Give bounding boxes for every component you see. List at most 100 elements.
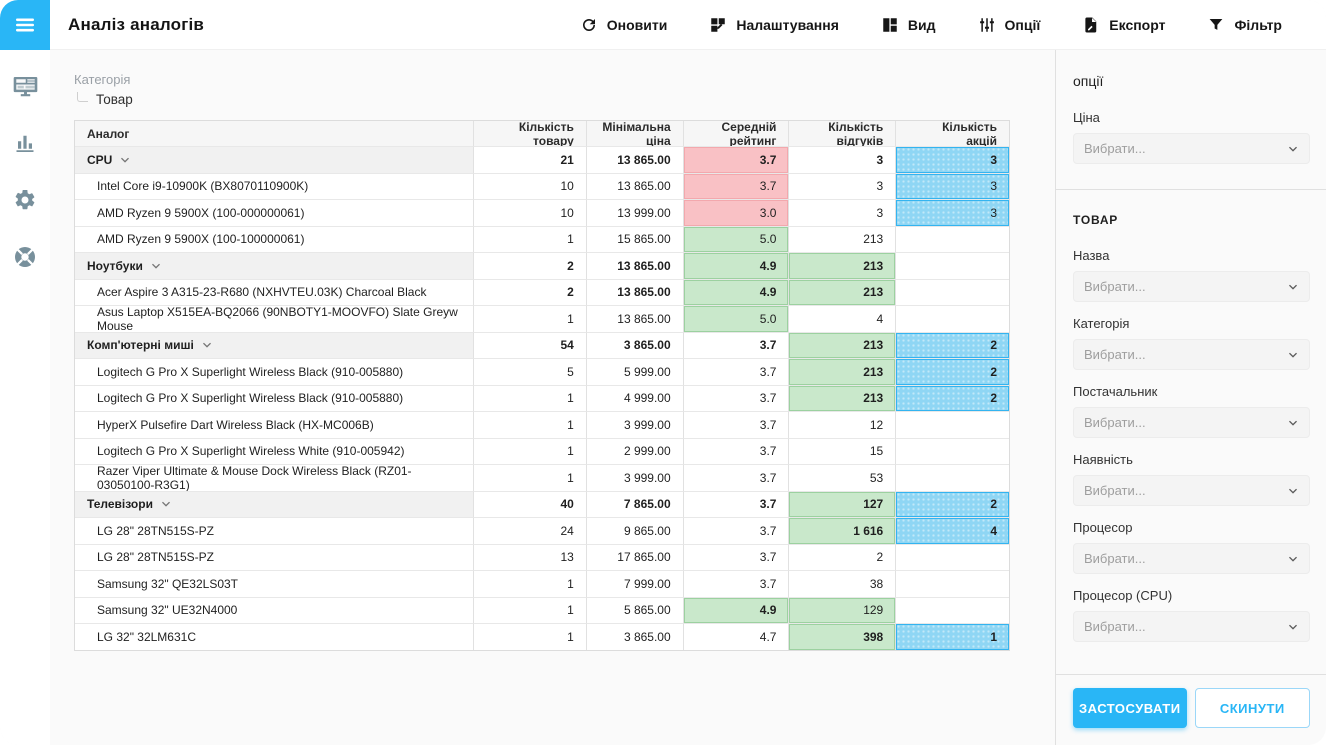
apply-button[interactable]: ЗАСТОСУВАТИ [1073,688,1187,728]
column-header[interactable]: Кількість товару [474,121,587,146]
filter-field-label: Наявність [1073,452,1310,467]
column-header[interactable]: Мінімальна ціна [587,121,684,146]
table-row[interactable]: Logitech G Pro X Superlight Wireless Bla… [75,385,1009,412]
gear-icon [13,188,37,212]
table-cell: 1 [896,623,1009,650]
table-cell [896,597,1009,624]
chevron-down-icon[interactable] [148,258,164,274]
table-cell: 2 [896,491,1009,518]
table-cell: 21 [474,146,587,173]
column-header[interactable]: Кількість акцій [896,121,1009,146]
table-cell: 4 [896,517,1009,544]
reset-button[interactable]: СКИНУТИ [1195,688,1310,728]
table-row[interactable]: Logitech G Pro X Superlight Wireless Bla… [75,358,1009,385]
group-row[interactable]: Ноутбуки213 865.004.9213 [75,252,1009,279]
table-row[interactable]: AMD Ryzen 9 5900X (100-000000061)1013 99… [75,199,1009,226]
tree-node-product[interactable]: Товар [76,92,1055,107]
toolbar-button-label: Вид [908,17,936,33]
filter-select[interactable]: Вибрати... [1073,407,1310,438]
table-cell: 13 865.00 [587,305,684,332]
refresh-button[interactable]: Оновити [580,16,668,34]
row-label: LG 28" 28TN515S-PZ [97,524,214,538]
table-cell: 13 865.00 [587,252,684,279]
sidebar-item-help[interactable] [5,237,45,277]
row-label-cell: Logitech G Pro X Superlight Wireless Bla… [75,385,474,412]
filter-select[interactable]: Вибрати... [1073,611,1310,642]
table-cell: 2 999.00 [587,438,684,465]
filter-select[interactable]: Вибрати... [1073,133,1310,164]
table-cell: 129 [789,597,896,624]
tune-button[interactable]: Опції [978,16,1041,34]
column-header[interactable]: Аналог [75,121,474,146]
chevron-down-icon[interactable] [199,337,215,353]
row-label: Logitech G Pro X Superlight Wireless Bla… [97,391,403,405]
filter-select[interactable]: Вибрати... [1073,339,1310,370]
menu-button[interactable] [0,0,50,50]
hierarchy-tree: Категорія Товар [74,72,1055,107]
table-cell: 24 [474,517,587,544]
table-row[interactable]: Razer Viper Ultimate & Mouse Dock Wirele… [75,464,1009,491]
table-row[interactable]: LG 28" 28TN515S-PZ1317 865.003.72 [75,544,1009,571]
table-cell: 1 [474,305,587,332]
sidebar-item-gear[interactable] [5,180,45,220]
table-cell [896,544,1009,571]
table-cell: 2 [474,252,587,279]
table-row[interactable]: AMD Ryzen 9 5900X (100-100000061)115 865… [75,226,1009,253]
export-button[interactable]: Експорт [1082,16,1165,34]
table-row[interactable]: Acer Aspire 3 A315-23-R680 (NXHVTEU.03K)… [75,279,1009,306]
chevron-down-icon [1285,551,1301,567]
table-row[interactable]: LG 28" 28TN515S-PZ249 865.003.71 6164 [75,517,1009,544]
table-row[interactable]: Asus Laptop X515EA-BQ2066 (90NBOTY1-MOOV… [75,305,1009,332]
bar-chart-icon [13,131,37,155]
table-cell [896,411,1009,438]
select-placeholder: Вибрати... [1084,483,1146,498]
table-cell: 5.0 [684,305,790,332]
filter-field-label: Процесор (CPU) [1073,588,1310,603]
row-label-cell: Asus Laptop X515EA-BQ2066 (90NBOTY1-MOOV… [75,305,474,332]
row-label: Телевізори [87,497,153,511]
table-cell: 7 865.00 [587,491,684,518]
table-row[interactable]: LG 32" 32LM631C13 865.004.73981 [75,623,1009,650]
table-row[interactable]: Intel Core i9-10900K (BX8070110900K)1013… [75,173,1009,200]
filter-button[interactable]: Фільтр [1207,16,1282,34]
table-cell: 127 [789,491,896,518]
filter-field: ПроцесорВибрати... [1073,520,1310,574]
row-label: LG 28" 28TN515S-PZ [97,550,214,564]
table-row[interactable]: Logitech G Pro X Superlight Wireless Whi… [75,438,1009,465]
customize-icon [709,16,727,34]
row-label: Intel Core i9-10900K (BX8070110900K) [97,179,308,193]
row-label-cell: LG 28" 28TN515S-PZ [75,517,474,544]
filter-select[interactable]: Вибрати... [1073,271,1310,302]
filter-field: Процесор (CPU) Вибрати... [1073,588,1310,642]
table-row[interactable]: Samsung 32" UE32N400015 865.004.9129 [75,597,1009,624]
table-cell: 15 865.00 [587,226,684,253]
sidebar-item-monitor[interactable] [5,66,45,106]
sidebar-item-bar-chart[interactable] [5,123,45,163]
filter-select[interactable]: Вибрати... [1073,475,1310,506]
group-row[interactable]: Комп'ютерні миші543 865.003.72132 [75,332,1009,359]
customize-button[interactable]: Налаштування [709,16,839,34]
refresh-icon [580,16,598,34]
table-cell: 4.9 [684,252,790,279]
row-label: Samsung 32" UE32N4000 [97,603,237,617]
group-row[interactable]: Телевізори407 865.003.71272 [75,491,1009,518]
table-row[interactable]: Samsung 32" QE32LS03T17 999.003.738 [75,570,1009,597]
group-row[interactable]: CPU2113 865.003.733 [75,146,1009,173]
column-header[interactable]: Середній рейтинг [684,121,790,146]
table-cell: 3 [789,146,896,173]
table-cell: 53 [789,464,896,491]
table-cell: 13 865.00 [587,173,684,200]
toolbar: Оновити Налаштування Вид Опції Експорт Фільтр [580,16,1326,34]
row-label: CPU [87,153,112,167]
column-header[interactable]: Кількість відгуків [789,121,896,146]
table-cell: 3.7 [684,358,790,385]
row-label: Ноутбуки [87,259,143,273]
table-cell: 13 [474,544,587,571]
filter-panel-footer: ЗАСТОСУВАТИ СКИНУТИ [1056,674,1326,745]
grid-view-button[interactable]: Вид [881,16,936,34]
chevron-down-icon[interactable] [117,152,133,168]
table-row[interactable]: HyperX Pulsefire Dart Wireless Black (HX… [75,411,1009,438]
row-label: Samsung 32" QE32LS03T [97,577,238,591]
chevron-down-icon[interactable] [158,496,174,512]
filter-select[interactable]: Вибрати... [1073,543,1310,574]
